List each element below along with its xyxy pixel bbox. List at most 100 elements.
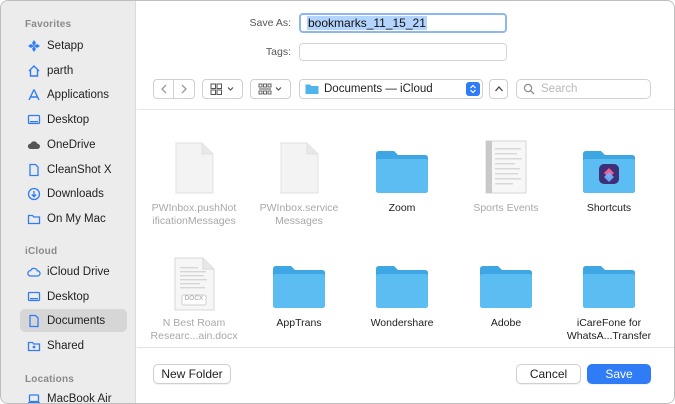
sidebar-item-label: Documents bbox=[47, 314, 106, 327]
tags-input[interactable] bbox=[299, 43, 507, 61]
file-name: PWInbox.pushNot bbox=[151, 202, 237, 214]
sidebar-item-label: On My Mac bbox=[47, 212, 106, 225]
save-as-label: Save As: bbox=[249, 17, 291, 29]
sidebar-item-label: Desktop bbox=[47, 290, 90, 303]
download-icon bbox=[27, 187, 41, 201]
location-label: Documents — iCloud bbox=[324, 83, 433, 95]
location-popup[interactable]: Documents — iCloud bbox=[299, 79, 483, 99]
file-name: N Best Roam bbox=[162, 317, 226, 329]
docx-document-icon bbox=[142, 255, 246, 311]
applications-icon bbox=[27, 88, 41, 102]
file-name: Adobe bbox=[490, 317, 522, 329]
sidebar-section-icloud: iCloud bbox=[25, 246, 58, 257]
folder-item[interactable]: Zoom bbox=[350, 110, 454, 220]
group-icon bbox=[258, 83, 281, 95]
sidebar-item-label: Desktop bbox=[47, 113, 90, 126]
sidebar-item-label: Shared bbox=[47, 339, 85, 352]
sidebar-item-on-my-mac[interactable]: On My Mac bbox=[20, 207, 127, 230]
save-as-value: bookmarks_11_15_21 bbox=[307, 16, 427, 30]
folder-item[interactable]: iCareFone for WhatsA...Transfer bbox=[557, 229, 661, 342]
laptop-icon bbox=[27, 392, 41, 404]
desktop-icon bbox=[27, 290, 41, 304]
blank-document-icon bbox=[247, 138, 351, 194]
sidebar-item-macbook-air[interactable]: MacBook Air bbox=[20, 387, 127, 404]
docx-badge: DOCX bbox=[184, 295, 204, 302]
sidebar-item-label: Applications bbox=[47, 88, 110, 101]
sidebar-section-locations: Locations bbox=[25, 374, 75, 385]
view-mode-button[interactable] bbox=[202, 79, 243, 99]
search-input[interactable]: Search bbox=[516, 79, 651, 99]
folder-icon bbox=[454, 253, 558, 309]
sidebar-item-applications[interactable]: Applications bbox=[20, 83, 127, 106]
chevron-left-icon bbox=[160, 84, 166, 94]
setapp-icon bbox=[27, 39, 41, 53]
save-button[interactable]: Save bbox=[587, 364, 651, 384]
file-name-line2: ificationMessages bbox=[152, 215, 236, 227]
bottom-bar: New Folder Cancel Save bbox=[137, 347, 674, 403]
sidebar-item-downloads[interactable]: Downloads bbox=[20, 182, 127, 205]
cloud-icon bbox=[27, 265, 41, 279]
sidebar-item-label: Setapp bbox=[47, 39, 84, 52]
cancel-button[interactable]: Cancel bbox=[516, 364, 581, 384]
sidebar-item-documents[interactable]: Documents bbox=[20, 309, 127, 332]
file-name: Sports Events bbox=[473, 202, 539, 214]
sidebar-item-onedrive[interactable]: OneDrive bbox=[20, 133, 127, 156]
blank-document-icon bbox=[142, 138, 246, 194]
sidebar-item-label: Downloads bbox=[47, 187, 104, 200]
save-dialog: Favorites Setapp parth Applications Desk… bbox=[0, 0, 675, 404]
sidebar-item-cleanshot[interactable]: CleanShot X bbox=[20, 158, 127, 181]
search-placeholder: Search bbox=[541, 83, 578, 95]
file-name-line2: WhatsA...Transfer bbox=[566, 330, 652, 342]
folder-icon bbox=[305, 84, 319, 94]
document-icon bbox=[27, 163, 41, 177]
file-item[interactable]: DOCX N Best Roam Researc...ain.docx bbox=[142, 229, 246, 342]
file-name: Shortcuts bbox=[586, 202, 632, 214]
folder-item[interactable]: Adobe bbox=[454, 229, 558, 339]
folder-item[interactable]: AppTrans bbox=[247, 229, 351, 339]
folder-icon bbox=[350, 138, 454, 194]
search-icon bbox=[523, 83, 535, 95]
new-folder-button[interactable]: New Folder bbox=[153, 364, 231, 384]
folder-icon bbox=[350, 253, 454, 309]
folder-icon bbox=[247, 253, 351, 309]
back-button[interactable] bbox=[153, 79, 174, 99]
desktop-icon bbox=[27, 113, 41, 127]
file-name-line2: Messages bbox=[275, 215, 323, 227]
folder-item[interactable]: Wondershare bbox=[350, 229, 454, 339]
folder-icon bbox=[27, 212, 41, 226]
grid-view-icon bbox=[210, 83, 233, 95]
expand-collapse-button[interactable] bbox=[489, 79, 508, 99]
file-name: Wondershare bbox=[370, 317, 434, 329]
sidebar-item-label: iCloud Drive bbox=[47, 265, 110, 278]
stepper-icon bbox=[466, 82, 480, 96]
chevron-right-icon bbox=[181, 84, 187, 94]
save-as-input[interactable]: bookmarks_11_15_21 bbox=[299, 13, 507, 33]
tags-label: Tags: bbox=[265, 46, 291, 58]
cloud-filled-icon bbox=[27, 138, 41, 152]
sidebar-item-parth[interactable]: parth bbox=[20, 59, 127, 82]
folder-item[interactable]: Shortcuts bbox=[557, 110, 661, 220]
sidebar-item-desktop[interactable]: Desktop bbox=[20, 108, 127, 131]
sidebar-item-shared[interactable]: Shared bbox=[20, 334, 127, 357]
file-item[interactable]: PWInbox.service Messages bbox=[247, 110, 351, 227]
file-name: PWInbox.service bbox=[259, 202, 339, 214]
file-name: AppTrans bbox=[276, 317, 322, 329]
forward-button[interactable] bbox=[174, 79, 195, 99]
file-item[interactable]: PWInbox.pushNot ificationMessages bbox=[142, 110, 246, 227]
folder-icon bbox=[557, 253, 661, 309]
sidebar-item-label: MacBook Air bbox=[47, 392, 112, 404]
group-by-button[interactable] bbox=[250, 79, 291, 99]
text-document-icon bbox=[454, 138, 558, 194]
sidebar-item-label: parth bbox=[47, 64, 74, 77]
sidebar-item-icloud-desktop[interactable]: Desktop bbox=[20, 285, 127, 308]
file-name: Zoom bbox=[388, 202, 416, 214]
sidebar-item-icloud-drive[interactable]: iCloud Drive bbox=[20, 260, 127, 283]
sidebar-item-label: OneDrive bbox=[47, 138, 96, 151]
sidebar-item-setapp[interactable]: Setapp bbox=[20, 34, 127, 57]
shared-folder-icon bbox=[27, 339, 41, 353]
file-item[interactable]: Sports Events bbox=[454, 110, 558, 220]
sidebar-item-label: CleanShot X bbox=[47, 163, 112, 176]
file-name-line2: Researc...ain.docx bbox=[150, 330, 238, 342]
sidebar: Favorites Setapp parth Applications Desk… bbox=[1, 1, 136, 404]
chevron-up-icon bbox=[494, 86, 503, 92]
